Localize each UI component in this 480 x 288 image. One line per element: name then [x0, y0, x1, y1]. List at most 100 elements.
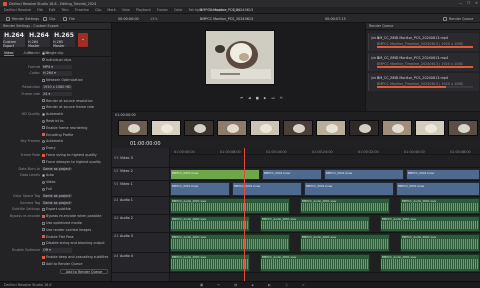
settings-checkbox-option[interactable]: Force sizing to highest quality — [42, 153, 97, 157]
settings-dropdown[interactable]: Same as project ▾ — [42, 166, 72, 172]
track-header[interactable]: V3 Video 3 — [112, 155, 170, 168]
video-clip[interactable]: BMPCC_0001.braw — [396, 182, 480, 196]
radio-button[interactable] — [42, 180, 45, 184]
deliver-page-icon[interactable]: ➚ — [302, 283, 305, 287]
menu-item[interactable]: DaVinci Resolve — [4, 8, 31, 12]
settings-dropdown[interactable]: Off ▾ — [42, 248, 72, 253]
zoom-level[interactable]: 13% — [150, 17, 158, 21]
menu-item[interactable]: Trim — [61, 8, 68, 12]
video-clip[interactable]: BMPCC_0001.braw — [262, 169, 322, 180]
radio-button[interactable] — [42, 139, 45, 143]
clip-thumbnail[interactable] — [283, 120, 313, 136]
file-button[interactable]: File — [60, 16, 78, 22]
checkbox[interactable] — [42, 262, 45, 266]
audio-clip[interactable]: BMPCC_Audio_0001.wav — [170, 234, 290, 252]
menu-item[interactable]: Color — [174, 8, 183, 12]
render-job[interactable]: Job 1 BM_CC_BMD Monitor_PCS_20240613.mp4… — [368, 33, 479, 51]
settings-checkbox-option[interactable]: Export subtitle — [42, 207, 71, 211]
menu-item[interactable]: File — [37, 8, 43, 12]
menu-item[interactable]: Playback — [136, 8, 151, 12]
play-reverse-icon[interactable]: ◀ — [248, 96, 251, 100]
menu-item[interactable]: Clip — [95, 8, 101, 12]
track-lane[interactable]: BMPCC_0001.braw BMPCC_0001.braw BMPCC_0001… — [170, 168, 480, 181]
add-to-render-queue-button[interactable]: Add to Render Queue — [60, 269, 108, 274]
video-clip[interactable]: BMPCC_0001.braw — [406, 169, 480, 180]
preset-custom-export[interactable]: H.264 Custom Export — [3, 32, 25, 48]
track-header[interactable]: V1 Video 1 — [112, 181, 170, 197]
audio-clip[interactable]: BMPCC_Audio_0001.wav — [260, 254, 370, 272]
color-page-icon[interactable]: ◐ — [268, 283, 271, 287]
video-clip[interactable]: BMPCC_0001.braw — [324, 169, 404, 180]
video-clip[interactable]: BMPCC_0001.braw — [232, 182, 302, 196]
clip-thumbnail[interactable] — [415, 120, 445, 136]
radio-button[interactable] — [42, 51, 45, 55]
render-job[interactable]: Job 2 BM_CC_BMD Monitor_PCS_20240613.mp4… — [368, 53, 479, 71]
settings-radio-option[interactable]: Automatic — [42, 139, 63, 143]
settings-radio-option[interactable]: Video — [42, 180, 56, 184]
video-clip[interactable]: BMPCC_0001.braw — [304, 182, 394, 196]
checkbox[interactable] — [42, 133, 45, 137]
fusion-page-icon[interactable]: ◈ — [251, 283, 254, 287]
fairlight-page-icon[interactable]: ♫ — [285, 283, 288, 287]
checkbox[interactable] — [42, 105, 45, 109]
radio-button[interactable] — [42, 58, 45, 62]
track-header[interactable]: A1 Audio 1 — [112, 197, 170, 215]
audio-clip[interactable]: BMPCC_Audio_0001.wav — [170, 198, 290, 214]
settings-dropdown[interactable]: 24 ▾ — [42, 91, 72, 97]
edit-page-icon[interactable]: ▤ — [234, 283, 237, 287]
clip-thumbnail[interactable] — [217, 120, 247, 136]
menu-item[interactable]: Timeline — [75, 8, 89, 12]
settings-checkbox-option[interactable]: Force debayer to highest quality — [42, 160, 101, 164]
settings-radio-option[interactable]: Individual clips — [42, 58, 71, 62]
clip-thumbnail[interactable] — [151, 120, 181, 136]
menu-item[interactable]: Fusion — [157, 8, 168, 12]
preset-more-button[interactable]: • — [78, 33, 88, 47]
audio-clip[interactable]: BMPCC_Audio_0001.wav — [170, 254, 250, 272]
clip-thumbnail[interactable] — [349, 120, 379, 136]
clip-thumbnail[interactable] — [184, 120, 214, 136]
radio-button[interactable] — [42, 112, 45, 116]
menu-item[interactable]: Edit — [49, 8, 56, 12]
preset-h264-master[interactable]: H.264 H.264 Master — [28, 32, 50, 48]
checkbox[interactable] — [42, 255, 45, 259]
settings-dropdown[interactable]: 1920 x 1080 HD ▾ — [42, 85, 72, 90]
play-icon[interactable]: ▶ — [264, 96, 267, 100]
settings-radio-option[interactable]: Single clip — [42, 51, 63, 55]
skip-forward-icon[interactable]: ⏭ — [272, 96, 275, 100]
video-clip[interactable]: BMPCC_0001.braw — [170, 169, 260, 180]
checkbox[interactable] — [42, 207, 45, 211]
settings-checkbox-option[interactable]: Render at source frame rate — [42, 105, 94, 109]
track-lane[interactable]: BMPCC_0001.braw BMPCC_0001.braw BMPCC_0001… — [170, 181, 480, 197]
playhead[interactable] — [244, 148, 245, 281]
checkbox[interactable] — [42, 99, 45, 103]
settings-radio-option[interactable]: Restrict to — [42, 119, 63, 123]
checkbox[interactable] — [42, 126, 45, 130]
settings-checkbox-option[interactable]: Use optimized media — [42, 221, 82, 225]
audio-clip[interactable]: BMPCC_Audio_0001.wav — [380, 216, 480, 232]
track-header[interactable]: A3 Audio 3 — [112, 233, 170, 253]
preset-h265-master[interactable]: H.265 H.265 Master — [53, 32, 75, 48]
checkbox[interactable] — [42, 228, 45, 232]
settings-radio-option[interactable]: Auto — [42, 173, 54, 177]
track-header[interactable]: V2 Video 2 — [112, 168, 170, 181]
audio-clip[interactable]: BMPCC_Audio_0001.wav — [170, 216, 250, 232]
stop-icon[interactable]: ■ — [256, 96, 259, 100]
settings-checkbox-option[interactable]: Bypass re-encode when possible — [42, 214, 101, 218]
cut-page-icon[interactable]: ✂ — [217, 283, 220, 287]
settings-dropdown[interactable]: Same as project ▾ — [42, 200, 72, 206]
render-job[interactable]: Job 3 BM_CC_BMD Monitor_PCS_20240613.mp4… — [368, 73, 479, 91]
settings-checkbox-option[interactable]: Render at source resolution — [42, 99, 93, 103]
settings-checkbox-option[interactable]: Network Optimization — [42, 78, 83, 82]
checkbox[interactable] — [42, 160, 45, 164]
settings-checkbox-option[interactable]: Enable deep and cascading subtitles — [42, 255, 108, 259]
clip-button[interactable]: Clip — [40, 16, 58, 22]
settings-checkbox-option[interactable]: Encoding Profile — [42, 133, 73, 137]
audio-clip[interactable]: BMPCC_Audio_0001.wav — [300, 234, 390, 252]
track-lane[interactable]: BMPCC_Audio_0001.wav BMPCC_Audio_0001.wav… — [170, 215, 480, 233]
maximize-button[interactable]: ☐ — [467, 1, 470, 5]
timeline-tracks[interactable]: BMPCC_0001.braw BMPCC_0001.braw BMPCC_0001… — [170, 155, 480, 281]
settings-radio-option[interactable]: Every — [42, 146, 56, 150]
checkbox[interactable] — [42, 221, 45, 225]
track-lane[interactable]: BMPCC_Audio_0001.wav BMPCC_Audio_0001.wav… — [170, 197, 480, 215]
audio-clip[interactable]: BMPCC_Audio_0001.wav — [260, 216, 370, 232]
